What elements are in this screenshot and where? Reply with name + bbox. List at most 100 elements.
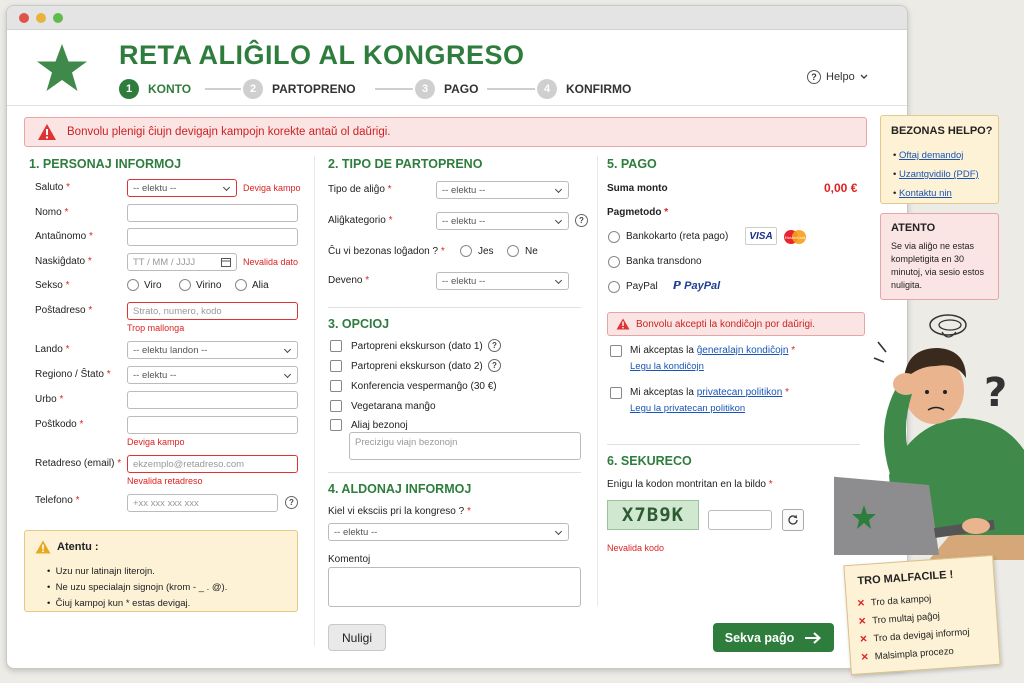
option-checkbox[interactable] — [330, 360, 342, 372]
postcode-input[interactable] — [127, 416, 298, 434]
country-select[interactable]: -- elektu landon -- — [127, 341, 298, 359]
region-label: Regiono / Ŝtato * — [35, 369, 111, 380]
postcode-label: Poŝtkodo * — [35, 419, 84, 430]
payment-option-label: Bankokarto (reta pago) — [626, 231, 729, 242]
privacy-link[interactable]: privatecan politikon — [697, 387, 783, 398]
phone-input[interactable]: +xx xxx xxx xxx — [127, 494, 278, 512]
option-label: Aliaj bezonoj — [351, 420, 408, 431]
step-konfirmo[interactable]: 4 KONFIRMO — [537, 78, 631, 100]
step-pago[interactable]: 3 PAGO — [415, 78, 478, 100]
calendar-icon[interactable] — [221, 257, 231, 267]
category-select[interactable]: -- elektu -- — [436, 212, 569, 230]
source-select[interactable]: -- elektu -- — [328, 523, 569, 541]
sex-option-label: Virino — [196, 280, 222, 291]
lodging-label: Ĉu vi bezonas loĝadon ? * — [328, 246, 445, 257]
read-terms-link[interactable]: Legu la kondiĉojn — [630, 361, 704, 372]
birthdate-input[interactable]: TT / MM / JJJJ — [127, 253, 237, 271]
type-select[interactable]: -- elektu -- — [436, 181, 569, 199]
privacy-checkbox[interactable] — [610, 387, 622, 399]
captcha-input[interactable] — [708, 510, 772, 530]
minimize-window-button[interactable] — [36, 13, 46, 23]
step-partopreno[interactable]: 2 PARTOPRENO — [243, 78, 356, 100]
cancel-button[interactable]: Nuligi — [328, 624, 386, 651]
question-circle-icon[interactable]: ? — [488, 359, 501, 372]
birthdate-error: Nevalida dato — [243, 257, 299, 267]
next-page-label: Sekva paĝo — [724, 630, 795, 645]
postcode-error: Deviga kampo — [127, 437, 185, 447]
surname-label: Antaŭnomo * — [35, 231, 93, 242]
privacy-label: Mi akceptas la privatecan politikon * — [630, 387, 789, 398]
option-checkbox[interactable] — [330, 380, 342, 392]
sex-radio-alia[interactable] — [235, 279, 247, 291]
phone-label: Telefono * — [35, 495, 80, 506]
window-titlebar — [7, 6, 907, 30]
option-checkbox[interactable] — [330, 419, 342, 431]
comment-label: Komentoj — [328, 554, 371, 565]
needs-textarea[interactable]: Precizigu viajn bezonojn — [349, 432, 581, 460]
sex-radio-viro[interactable] — [127, 279, 139, 291]
browser-window: RETA ALIĜILO AL KONGRESO 1 KONTO 2 PARTO… — [6, 5, 908, 669]
refresh-captcha-button[interactable] — [782, 509, 804, 531]
contact-link[interactable]: Kontaktu nin — [899, 188, 952, 199]
captcha-image: X7B9K — [607, 500, 699, 530]
terms-link[interactable]: ĝeneralajn kondiĉojn — [697, 345, 789, 356]
error-banner-text: Bonvolu plenigi ĉiujn devigajn kampojn k… — [67, 126, 391, 138]
address-input[interactable]: Strato, numero, kodo — [127, 302, 298, 320]
salutation-select[interactable]: -- elektu -- — [127, 179, 237, 197]
step-konto[interactable]: 1 KONTO — [119, 78, 191, 100]
terms-checkbox[interactable] — [610, 345, 622, 357]
maximize-window-button[interactable] — [53, 13, 63, 23]
email-input[interactable]: ekzemplo@retadreso.com — [127, 455, 298, 473]
close-window-button[interactable] — [19, 13, 29, 23]
option-checkbox[interactable] — [330, 340, 342, 352]
terms-error-banner: Bonvolu akcepti la kondiĉojn por daŭrigi… — [607, 312, 865, 336]
origin-select[interactable]: -- elektu -- — [436, 272, 569, 290]
payment-radio-bank[interactable] — [608, 256, 620, 268]
next-page-button[interactable]: Sekva paĝo — [713, 623, 834, 652]
question-circle-icon[interactable]: ? — [488, 339, 501, 352]
section-heading-personal: 1. PERSONAJ INFORMOJ — [29, 157, 182, 171]
method-label: Pagmetodo * — [607, 207, 669, 218]
surname-input[interactable] — [127, 228, 298, 246]
page-title: RETA ALIĜILO AL KONGRESO — [119, 40, 525, 70]
sum-value: 0,00 € — [824, 181, 858, 195]
city-input[interactable] — [127, 391, 298, 409]
question-circle-icon[interactable]: ? — [575, 214, 588, 227]
option-checkbox[interactable] — [330, 400, 342, 412]
step-number: 1 — [119, 79, 139, 99]
help-label: Helpo — [826, 71, 855, 83]
user-guide-link[interactable]: Uzantgvidilo (PDF) — [899, 169, 979, 180]
step-label: PAGO — [444, 82, 479, 96]
payment-radio-card[interactable] — [608, 231, 620, 243]
sex-radio-virino[interactable] — [179, 279, 191, 291]
captcha-label: Enigu la kodon montritan en la bildo * — [607, 479, 773, 490]
email-error: Nevalida retadreso — [127, 476, 203, 486]
lodging-option-label: Ne — [525, 246, 538, 257]
type-label: Tipo de aliĝo * — [328, 184, 392, 195]
warning-triangle-icon — [38, 124, 56, 140]
lodging-radio-jes[interactable] — [460, 245, 472, 257]
comment-textarea[interactable] — [328, 567, 581, 607]
attention-box: Atentu : • Uzu nur latinajn literojn. • … — [24, 530, 298, 612]
terms-label: Mi akceptas la ĝeneralajn kondiĉojn * — [630, 345, 796, 356]
sticky-note: TRO MALFACILE ! ✕ Tro da kampoj ✕ Tro mult… — [843, 554, 1001, 676]
paypal-logo-icon: 𝙋 PayPal — [673, 280, 721, 292]
read-privacy-link[interactable]: Legu la privatecan politikon — [630, 403, 745, 414]
section-heading-additional: 4. ALDONAJ INFORMOJ — [328, 482, 472, 496]
svg-text:MasterCard: MasterCard — [785, 236, 806, 240]
lodging-radio-ne[interactable] — [507, 245, 519, 257]
question-circle-icon[interactable]: ? — [285, 496, 298, 509]
page-header: RETA ALIĜILO AL KONGRESO 1 KONTO 2 PARTO… — [7, 30, 907, 106]
section-heading-security: 6. SEKURECO — [607, 454, 692, 468]
payment-radio-paypal[interactable] — [608, 281, 620, 293]
help-menu-button[interactable]: ? Helpo — [807, 70, 869, 84]
section-heading-participation: 2. TIPO DE PARTOPRENO — [328, 157, 483, 171]
attention-item: • Ĉiuj kampoj kun * estas devigaj. — [47, 598, 191, 609]
payment-option-label: Banka transdono — [626, 256, 702, 267]
faq-link[interactable]: Oftaj demandoj — [899, 150, 963, 161]
region-select[interactable]: -- elektu -- — [127, 366, 298, 384]
step-number: 4 — [537, 79, 557, 99]
name-label: Nomo * — [35, 207, 69, 218]
step-label: KONTO — [148, 82, 192, 96]
name-input[interactable] — [127, 204, 298, 222]
